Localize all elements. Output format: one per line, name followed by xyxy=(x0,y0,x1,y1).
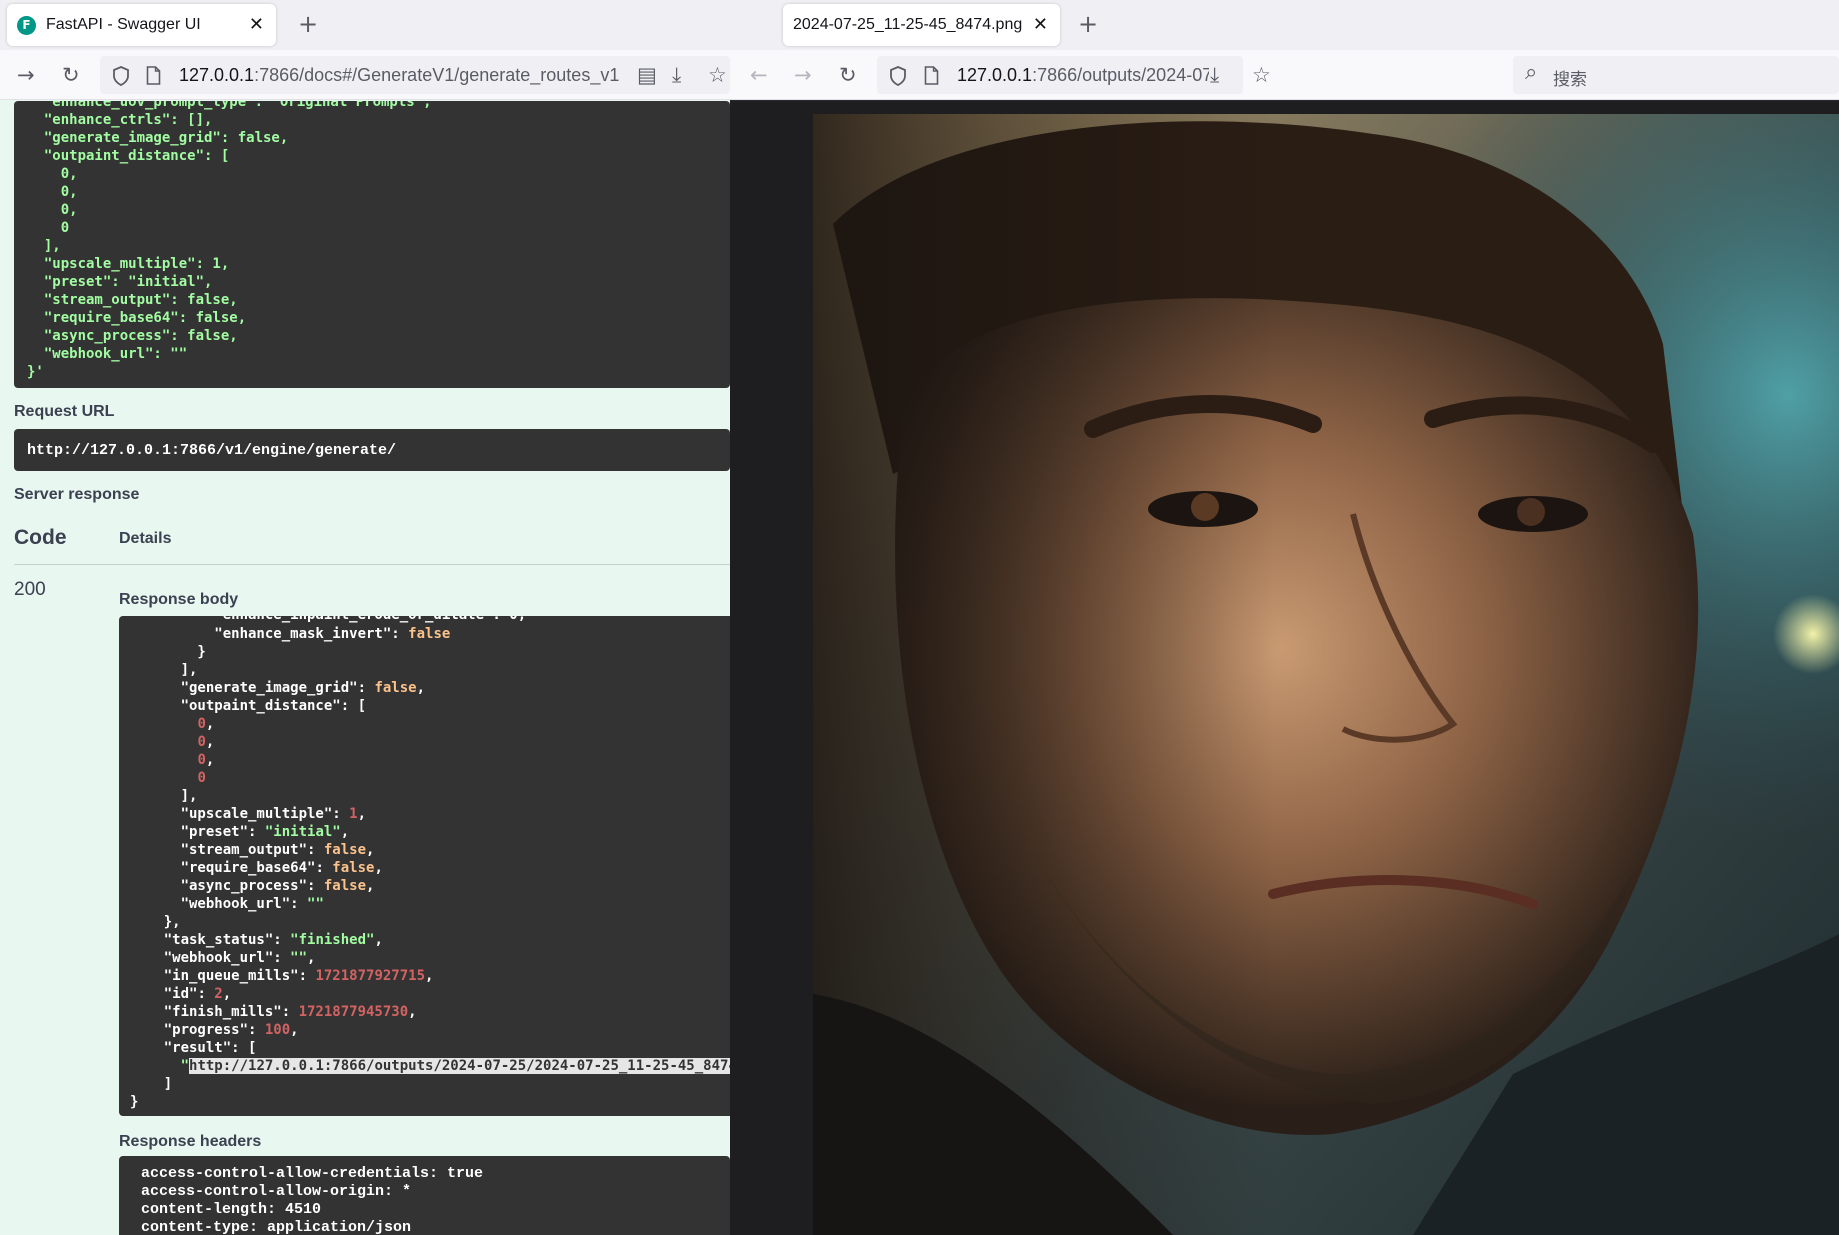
forward-icon[interactable]: → xyxy=(17,62,35,88)
new-tab-icon[interactable]: + xyxy=(1078,10,1098,38)
tab-title: FastAPI - Swagger UI xyxy=(46,16,201,33)
url-text[interactable]: 127.0.0.1:7866/outputs/2024-07-25/2024-0… xyxy=(957,65,1209,86)
tab-image[interactable]: 2024-07-25_11-25-45_8474.png ✕ xyxy=(783,4,1060,46)
request-body-line: "async_process": false, xyxy=(27,328,238,344)
bookmark-star-icon[interactable]: ☆ xyxy=(708,62,727,88)
result-url-selected[interactable]: http://127.0.0.1:7866/outputs/2024-07-25… xyxy=(189,1058,730,1074)
forward-icon[interactable]: → xyxy=(794,62,812,88)
request-body-line: "webhook_url": "" xyxy=(27,346,188,362)
request-body-line: 0, xyxy=(27,202,78,218)
search-placeholder: 搜索 xyxy=(1553,70,1587,90)
request-body-line: 0, xyxy=(27,184,78,200)
shield-icon[interactable] xyxy=(889,66,907,86)
response-headers-code: access-control-allow-credentials: true ac… xyxy=(119,1156,730,1235)
request-body-line: 0, xyxy=(27,166,78,182)
address-bar[interactable]: 127.0.0.1:7866/outputs/2024-07-25/2024-0… xyxy=(877,56,1243,94)
curl-request-body: "enhance_uov_prompt_type": "Original Pro… xyxy=(14,101,730,388)
reader-view-icon[interactable]: ▤ xyxy=(637,62,657,88)
request-body-line: "stream_output": false, xyxy=(27,292,238,308)
navigation-toolbar: ← → ↻ 127.0.0.1:7866/outputs/2024-07-25/… xyxy=(730,50,1839,100)
request-body-line: "enhance_ctrls": [], xyxy=(27,112,213,128)
server-response-label: Server response xyxy=(14,486,140,503)
request-body-line: "preset": "initial", xyxy=(27,274,213,290)
request-body-line: "generate_image_grid": false, xyxy=(27,130,289,146)
request-body-line: "require_base64": false, xyxy=(27,310,247,326)
image-viewer xyxy=(730,101,1839,1235)
details-column-header: Details xyxy=(119,530,172,547)
request-body-line: 0 xyxy=(27,220,70,236)
navigation-toolbar: → ↻ 127.0.0.1:7866/docs#/GenerateV1/gene… xyxy=(0,50,730,100)
request-url-label: Request URL xyxy=(14,403,115,420)
swagger-browser-window: F FastAPI - Swagger UI ✕ + → ↻ 127.0.0.1… xyxy=(0,0,730,1235)
save-to-pocket-icon[interactable]: ⤓ xyxy=(1210,62,1219,88)
request-body-line: "enhance_uov_prompt_type": "Original Pro… xyxy=(27,101,432,110)
response-header-line: content-type: application/json xyxy=(141,1219,412,1235)
bookmark-star-icon[interactable]: ☆ xyxy=(1252,62,1271,88)
response-header-line: content-length: 4510 xyxy=(141,1201,322,1218)
tab-swagger[interactable]: F FastAPI - Swagger UI ✕ xyxy=(7,4,276,46)
response-table-divider xyxy=(14,564,730,565)
swagger-content: "enhance_uov_prompt_type": "Original Pro… xyxy=(0,101,730,1235)
request-body-line: }' xyxy=(27,364,44,380)
response-header-line: access-control-allow-origin: * xyxy=(141,1183,412,1200)
status-code: 200 xyxy=(14,579,46,600)
reload-icon[interactable]: ↻ xyxy=(62,62,80,88)
back-icon[interactable]: ← xyxy=(750,62,768,88)
shield-icon[interactable] xyxy=(112,66,130,86)
save-to-pocket-icon[interactable]: ⤓ xyxy=(672,62,681,88)
tab-strip: 2024-07-25_11-25-45_8474.png ✕ + xyxy=(730,0,1839,50)
image-browser-window: 2024-07-25_11-25-45_8474.png ✕ + ← → ↻ 1… xyxy=(730,0,1839,1235)
reload-icon[interactable]: ↻ xyxy=(839,62,857,88)
request-body-line: ], xyxy=(27,238,61,254)
response-body-label: Response body xyxy=(119,591,239,608)
json-line: "enhance_inpaint_erode_or_dilate": 0, xyxy=(130,616,526,624)
request-url-value: http://127.0.0.1:7866/v1/engine/generate… xyxy=(14,429,730,471)
code-column-header: Code xyxy=(14,526,67,549)
search-icon: ⌕ xyxy=(1525,60,1538,85)
close-tab-icon[interactable]: ✕ xyxy=(249,14,264,35)
tab-title: 2024-07-25_11-25-45_8474.png xyxy=(793,16,1023,33)
tab-strip: F FastAPI - Swagger UI ✕ + xyxy=(0,0,730,50)
search-bar[interactable]: ⌕ 搜索 xyxy=(1513,56,1839,94)
page-icon[interactable] xyxy=(146,66,161,85)
request-body-line: "upscale_multiple": 1, xyxy=(27,256,230,272)
close-tab-icon[interactable]: ✕ xyxy=(1033,14,1048,35)
fastapi-favicon-icon: F xyxy=(17,15,36,35)
request-body-line: "outpaint_distance": [ xyxy=(27,148,230,164)
response-body-code: "enhance_inpaint_erode_or_dilate": 0, "e… xyxy=(119,616,730,1116)
page-icon[interactable] xyxy=(924,66,939,85)
response-header-line: access-control-allow-credentials: true xyxy=(141,1165,484,1182)
new-tab-icon[interactable]: + xyxy=(298,10,318,38)
response-headers-label: Response headers xyxy=(119,1133,262,1150)
portrait-photo[interactable] xyxy=(813,114,1839,1235)
address-bar[interactable]: 127.0.0.1:7866/docs#/GenerateV1/generate… xyxy=(100,56,730,94)
url-text[interactable]: 127.0.0.1:7866/docs#/GenerateV1/generate… xyxy=(179,65,626,86)
